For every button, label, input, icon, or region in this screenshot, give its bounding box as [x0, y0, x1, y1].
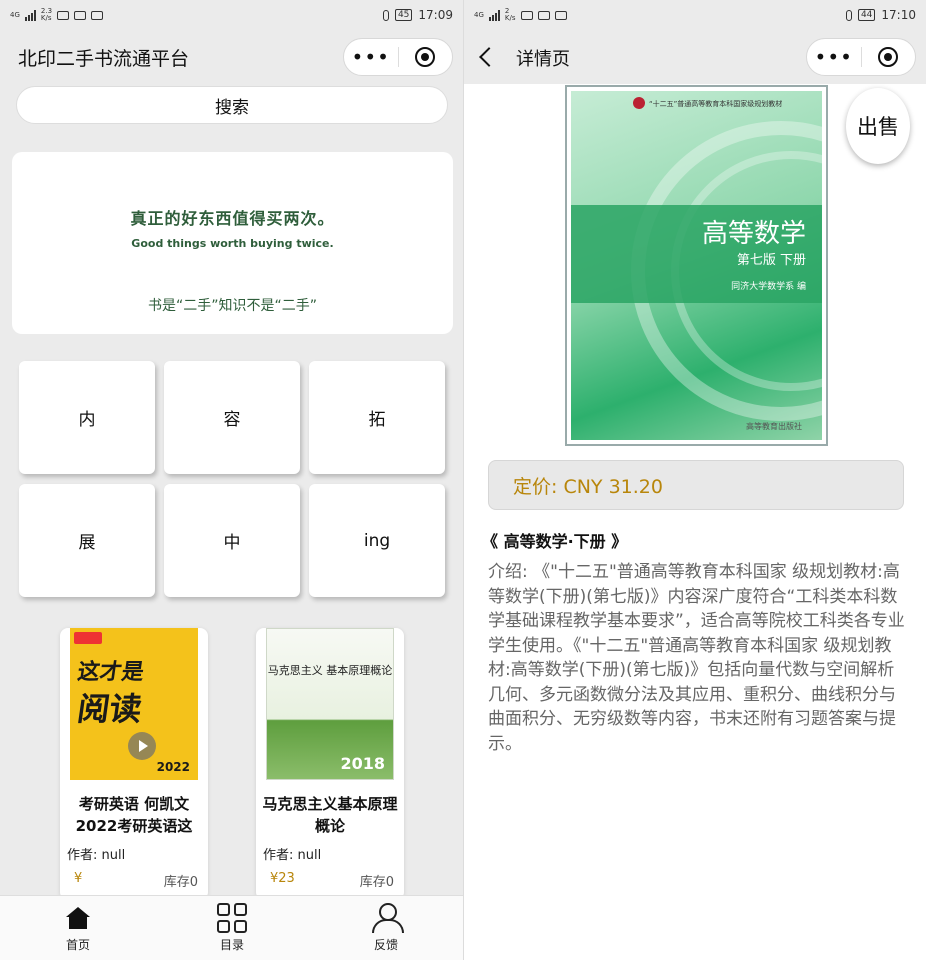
grid-cell[interactable]: 容: [164, 361, 300, 474]
book-author: 作者: null: [67, 848, 126, 863]
video-icon: [537, 10, 550, 20]
video-icon: [74, 10, 87, 20]
cover-series: “十二五”普通高等教育本科国家级规划教材: [649, 100, 783, 108]
tab-label: 首页: [65, 938, 90, 952]
cover-year: 2022: [156, 760, 190, 774]
nav-bar: 详情页 •••: [464, 30, 926, 84]
more-icon[interactable]: •••: [344, 39, 398, 75]
detail-screen: 4G 2 K/s 44 17:10 详情页 ••• “十二五”普通高等教育本科国…: [464, 0, 926, 960]
grid-cell[interactable]: 展: [19, 484, 155, 597]
battery-icon: 44: [857, 9, 876, 21]
grid-cell[interactable]: 内: [19, 361, 155, 474]
grid-cell[interactable]: 拓: [309, 361, 445, 474]
cover-text: 这才是: [75, 660, 146, 685]
book-card[interactable]: 马克思主义 基本原理概论 2018 马克思主义基本原理概论 作者: null ¥…: [256, 628, 404, 900]
signal-icon: [488, 9, 500, 21]
book-title: 《 高等数学·下册 》: [482, 532, 628, 551]
book-description: 介绍: 《"十二五"普通高等教育本科国家 级规划教材:高等数学(下册)(第七版)…: [488, 562, 905, 754]
cover-seal-icon: [633, 97, 645, 109]
network-type: 4G: [10, 10, 20, 19]
home-icon: [66, 907, 90, 929]
signal-icon: [24, 9, 36, 21]
cover-publisher: 高等教育出版社: [746, 422, 802, 431]
back-icon[interactable]: [479, 47, 499, 67]
page-title: 详情页: [516, 49, 570, 70]
book-cover: 马克思主义 基本原理概论 2018: [266, 628, 394, 780]
net-speed-unit: K/s: [504, 14, 516, 22]
clock: 17:09: [418, 8, 453, 22]
book-price: ¥23: [270, 871, 295, 886]
cover-title: 高等数学: [701, 219, 806, 249]
book-card[interactable]: 这才是 阅读 2022 考研英语 何凯文 2022考研英语这 作者: null …: [60, 628, 208, 900]
slogan-banner: 真正的好东西值得买两次。 Good things worth buying tw…: [12, 152, 453, 334]
tab-label: 目录: [219, 938, 244, 952]
net-speed: 2.3 K/s: [41, 8, 52, 22]
book-stock: 库存0: [163, 875, 198, 890]
cover-text: 阅读: [75, 690, 145, 728]
mic-icon: [382, 9, 389, 21]
cover-year: 2018: [340, 754, 385, 773]
net-speed-unit: K/s: [40, 14, 52, 22]
cover-author: 同济大学数学系 编: [731, 282, 806, 292]
publisher-logo: [74, 632, 102, 644]
cover-text: 马克思主义 基本原理概论: [267, 664, 393, 677]
status-bar: 4G 2 K/s 44 17:10: [464, 0, 926, 30]
target-icon: [415, 47, 436, 67]
grid-cell[interactable]: ing: [309, 484, 445, 597]
more-icon[interactable]: •••: [807, 39, 861, 75]
detail-content: “十二五”普通高等教育本科国家级规划教材 高等数学 第七版 下册 同济大学数学系…: [464, 84, 926, 960]
tv-icon: [57, 10, 70, 20]
miniprogram-capsule: •••: [806, 38, 916, 76]
page-title: 北印二手书流通平台: [18, 47, 190, 70]
mic-icon: [845, 9, 852, 21]
network-type: 4G: [474, 10, 484, 19]
grid-icon: [217, 903, 247, 933]
price-label: 定价: CNY 31.20: [488, 460, 904, 510]
target-icon: [878, 47, 899, 67]
book-title: 马克思主义基本原理概论: [262, 795, 398, 835]
nav-bar: 北印二手书流通平台 •••: [0, 36, 463, 78]
banner-slogan-english: Good things worth buying twice.: [131, 237, 334, 250]
home-screen: 4G 2.3 K/s 45 17:09 北印二手书流通平台 ••• 搜索 真正的…: [0, 0, 463, 960]
miniprogram-capsule: •••: [343, 38, 453, 76]
tab-home[interactable]: 首页: [48, 902, 108, 953]
mail-icon: [91, 10, 104, 20]
search-button[interactable]: 搜索: [16, 86, 448, 124]
close-miniprogram-button[interactable]: [398, 47, 452, 67]
wechat-icon: [554, 10, 567, 20]
status-bar: 4G 2.3 K/s 45 17:09: [0, 0, 463, 30]
tv-icon: [520, 10, 533, 20]
tab-catalog[interactable]: 目录: [202, 902, 262, 953]
book-cover-large: “十二五”普通高等教育本科国家级规划教材 高等数学 第七版 下册 同济大学数学系…: [565, 85, 828, 446]
net-speed: 2 K/s: [505, 8, 516, 22]
book-author: 作者: null: [263, 848, 322, 863]
content-grid: 内 容 拓 展 中 ing: [19, 361, 447, 599]
cover-edition: 第七版 下册: [736, 253, 806, 268]
tab-label: 反馈: [373, 938, 398, 952]
clock: 17:10: [881, 8, 916, 22]
battery-icon: 45: [394, 9, 413, 21]
network-indicator: 4G: [10, 10, 20, 19]
tab-feedback[interactable]: 反馈: [356, 902, 416, 953]
banner-slogan: 真正的好东西值得买两次。: [130, 209, 335, 228]
sell-button[interactable]: 出售: [846, 88, 910, 164]
book-stock: 库存0: [359, 875, 394, 890]
book-price: ¥: [74, 871, 83, 886]
grid-cell[interactable]: 中: [164, 484, 300, 597]
tab-bar: 首页 目录 反馈: [0, 895, 463, 960]
close-miniprogram-button[interactable]: [861, 47, 915, 67]
user-icon: [372, 903, 404, 933]
book-title: 考研英语 何凯文 2022考研英语这: [75, 795, 193, 835]
network-indicator: 4G: [474, 10, 484, 19]
banner-subtitle: 书是“二手”知识不是“二手”: [147, 298, 317, 314]
book-cover: 这才是 阅读 2022: [70, 628, 198, 780]
play-icon: [128, 732, 156, 760]
